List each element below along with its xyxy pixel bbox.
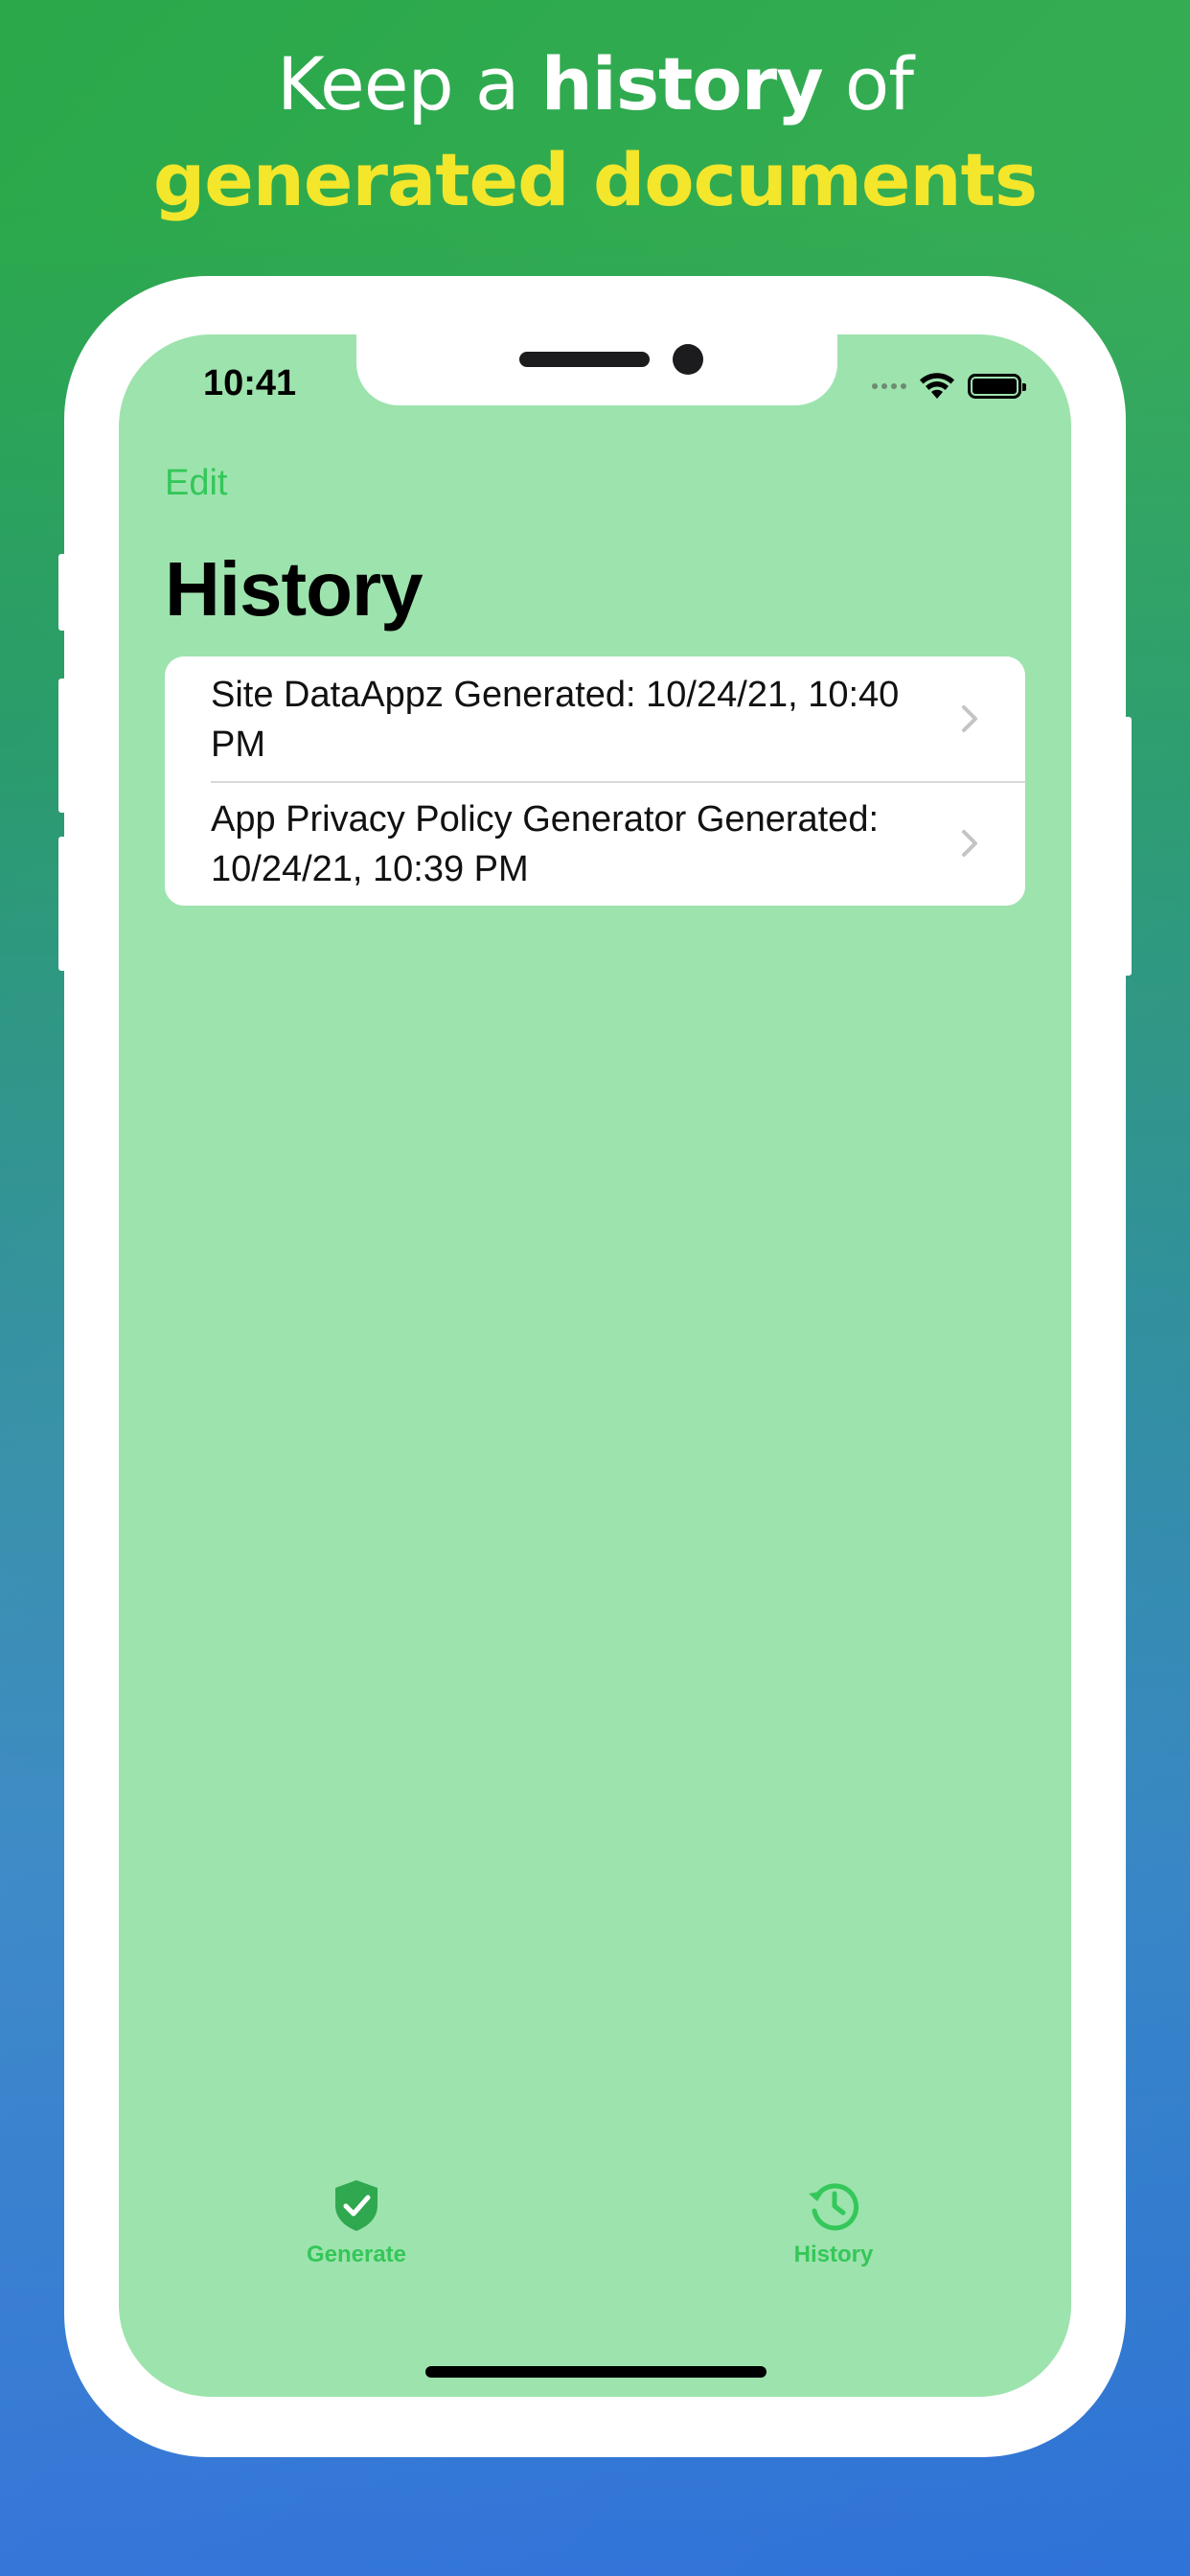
tab-label: Generate [306, 2242, 407, 2267]
status-time: 10:41 [203, 363, 297, 403]
headline-text: Keep a [276, 41, 541, 126]
battery-icon [968, 374, 1026, 399]
promo-headline: Keep a history of generated documents [0, 36, 1190, 228]
history-list: Site DataAppz Generated: 10/24/21, 10:40… [165, 656, 1025, 906]
history-row-label: Site DataAppz Generated: 10/24/21, 10:40… [211, 675, 900, 765]
chevron-right-icon [962, 705, 977, 732]
headline-line-1: Keep a history of [0, 36, 1190, 132]
edit-button[interactable]: Edit [165, 463, 227, 504]
power-button [1122, 717, 1132, 976]
tab-history[interactable]: History [738, 2176, 929, 2268]
mute-switch [58, 554, 68, 631]
app-screen: 10:41 Edit History Site DataAppz Generat… [119, 334, 1071, 2397]
home-indicator [425, 2366, 767, 2378]
status-icons [872, 369, 1026, 403]
chevron-right-icon [962, 830, 977, 857]
tab-generate[interactable]: Generate [261, 2176, 452, 2268]
tab-label: History [793, 2242, 874, 2267]
volume-down-button [58, 837, 68, 971]
history-row[interactable]: App Privacy Policy Generator Generated: … [165, 781, 1025, 906]
history-row-label: App Privacy Policy Generator Generated: … [211, 799, 880, 889]
notch [356, 334, 837, 405]
volume-up-button [58, 678, 68, 813]
camera [673, 344, 703, 375]
headline-line-2: generated documents [152, 137, 1038, 222]
history-row[interactable]: Site DataAppz Generated: 10/24/21, 10:40… [165, 656, 1025, 781]
page-title: History [165, 546, 423, 632]
tab-bar: Generate History [119, 2176, 1071, 2311]
clock-history-icon [809, 2183, 859, 2231]
cellular-signal-icon [872, 383, 906, 389]
wifi-icon [920, 373, 954, 399]
speaker [519, 352, 650, 367]
phone-frame: 10:41 Edit History Site DataAppz Generat… [58, 276, 1132, 2457]
headline-bold-text: history [540, 41, 824, 126]
headline-text: of [822, 41, 914, 126]
shield-check-icon [335, 2180, 378, 2231]
